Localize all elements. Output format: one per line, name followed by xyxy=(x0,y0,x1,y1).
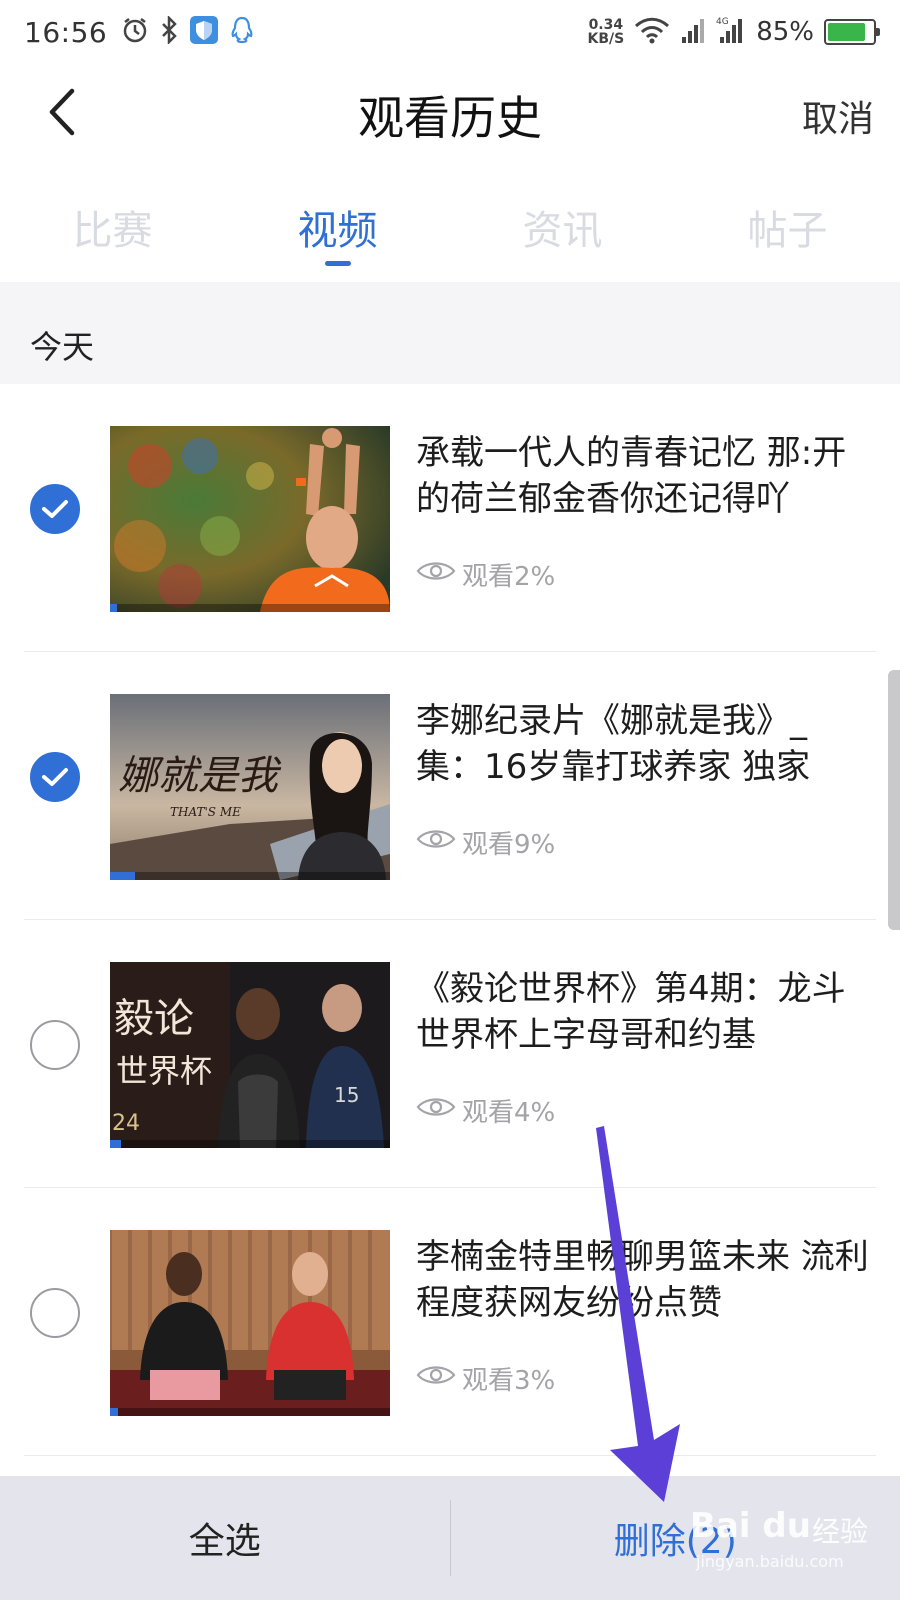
tab-posts[interactable]: 帖子 xyxy=(675,180,900,276)
select-all-button[interactable]: 全选 xyxy=(0,1476,450,1600)
watch-status: 观看2% xyxy=(416,556,555,593)
video-title[interactable]: 李娜纪录片《娜就是我》_集：16岁靠打球养家 独家 xyxy=(416,698,874,798)
watch-progress-bar xyxy=(110,1140,390,1148)
net-speed-unit: KB/S xyxy=(587,31,625,47)
video-thumbnail[interactable] xyxy=(110,426,390,612)
item-checkbox[interactable] xyxy=(30,1288,80,1338)
header: 观看历史 取消 xyxy=(0,64,900,164)
thumbnail-script-text: 世界杯 xyxy=(116,1052,212,1090)
checkmark-icon xyxy=(42,500,68,518)
watch-progress-fill xyxy=(110,1408,119,1416)
cancel-button[interactable]: 取消 xyxy=(802,90,874,142)
watch-progress-bar xyxy=(110,604,390,612)
watch-percent: 观看9% xyxy=(462,830,556,860)
net-speed: 0.34 KB/S xyxy=(587,18,624,46)
alarm-icon xyxy=(121,16,149,48)
shield-icon xyxy=(189,15,219,49)
list-item[interactable]: 承载一代人的青春记忆 那:开的荷兰郁金香你还记得吖 观看2% xyxy=(0,384,900,652)
bluetooth-icon xyxy=(159,14,179,48)
thumbnail-number-text: 24 xyxy=(112,1111,140,1136)
delete-button[interactable]: 删除(2) xyxy=(451,1476,900,1600)
page-title: 观看历史 xyxy=(358,91,542,145)
thumbnail-jersey-number: 15 xyxy=(334,1083,359,1107)
watch-percent: 观看4% xyxy=(462,1098,556,1128)
active-tab-indicator xyxy=(324,261,351,266)
eye-icon xyxy=(416,559,456,590)
item-checkbox[interactable] xyxy=(30,1020,80,1070)
list-item[interactable]: 李楠金特里畅聊男篮未来 流利程度获网友纷纷点赞 观看3% xyxy=(0,1188,900,1456)
tab-news[interactable]: 资讯 xyxy=(450,180,675,276)
svg-text:4G: 4G xyxy=(716,17,729,27)
eye-icon xyxy=(416,827,456,858)
signal-4g-icon: 4G xyxy=(716,15,746,49)
list-item[interactable]: 娜就是我 THAT'S ME 李娜纪录片《娜就是我》_集：16岁靠打球养家 独家… xyxy=(0,652,900,920)
watch-progress-bar xyxy=(110,1408,390,1416)
video-thumbnail[interactable]: 娜就是我 THAT'S ME xyxy=(110,694,390,880)
thumbnail-image xyxy=(110,1230,390,1416)
tab-label: 视频 xyxy=(297,208,378,254)
tab-label: 帖子 xyxy=(747,208,828,254)
battery-fill xyxy=(828,23,866,41)
thumbnail-image xyxy=(110,426,390,612)
signal-icon xyxy=(680,15,706,49)
thumbnail-script-text: 娜就是我 xyxy=(118,753,282,799)
eye-icon xyxy=(416,1363,456,1394)
watch-progress-bar xyxy=(110,872,390,880)
bottom-action-bar: 全选 删除(2) xyxy=(0,1476,900,1600)
status-time: 16:56 xyxy=(24,15,108,49)
eye-icon xyxy=(416,1095,456,1126)
watch-progress-fill xyxy=(110,604,117,612)
qq-icon xyxy=(229,15,255,49)
tab-bar: 比赛 视频 资讯 帖子 xyxy=(0,180,900,276)
scrollbar-thumb[interactable] xyxy=(888,670,900,930)
battery-percent: 85% xyxy=(756,17,814,47)
video-thumbnail[interactable] xyxy=(110,1230,390,1416)
watch-progress-fill xyxy=(110,1140,122,1148)
watch-percent: 观看3% xyxy=(462,1366,556,1396)
thumbnail-subtitle-text: THAT'S ME xyxy=(170,805,241,819)
history-list: 承载一代人的青春记忆 那:开的荷兰郁金香你还记得吖 观看2% 娜就是我 THAT… xyxy=(0,384,900,1456)
wifi-icon xyxy=(634,16,670,48)
tab-matches[interactable]: 比赛 xyxy=(0,180,225,276)
video-title[interactable]: 《毅论世界杯》第4期：龙斗 世界杯上字母哥和约基 xyxy=(416,966,874,1066)
battery-icon xyxy=(824,19,880,45)
list-item[interactable]: 毅论 世界杯 24 15 《毅论世界杯》第4期：龙斗 世界杯上字母哥和约基 观看… xyxy=(0,920,900,1188)
tab-label: 比赛 xyxy=(72,208,153,254)
thumbnail-image: 毅论 世界杯 24 15 xyxy=(110,962,390,1148)
video-title[interactable]: 李楠金特里畅聊男篮未来 流利程度获网友纷纷点赞 xyxy=(416,1234,874,1334)
tab-videos[interactable]: 视频 xyxy=(225,180,450,276)
video-title[interactable]: 承载一代人的青春记忆 那:开的荷兰郁金香你还记得吖 xyxy=(416,430,874,530)
status-bar: 16:56 0.34 KB/S 4G 85% xyxy=(0,0,900,64)
watch-percent: 观看2% xyxy=(462,562,556,592)
divider xyxy=(24,1455,876,1456)
thumbnail-script-text: 毅论 xyxy=(114,996,194,1042)
watch-progress-fill xyxy=(110,872,136,880)
net-speed-value: 0.34 xyxy=(588,17,624,33)
item-checkbox[interactable] xyxy=(30,752,80,802)
section-header-today: 今天 xyxy=(0,282,900,384)
watch-status: 观看4% xyxy=(416,1092,555,1129)
status-right: 0.34 KB/S 4G 85% xyxy=(587,15,880,49)
item-checkbox[interactable] xyxy=(30,484,80,534)
status-left-icons xyxy=(121,14,255,49)
tab-label: 资讯 xyxy=(522,208,603,254)
checkmark-icon xyxy=(42,768,68,786)
watch-status: 观看3% xyxy=(416,1360,555,1397)
thumbnail-image: 娜就是我 THAT'S ME xyxy=(110,694,390,880)
watch-status: 观看9% xyxy=(416,824,555,861)
video-thumbnail[interactable]: 毅论 世界杯 24 15 xyxy=(110,962,390,1148)
